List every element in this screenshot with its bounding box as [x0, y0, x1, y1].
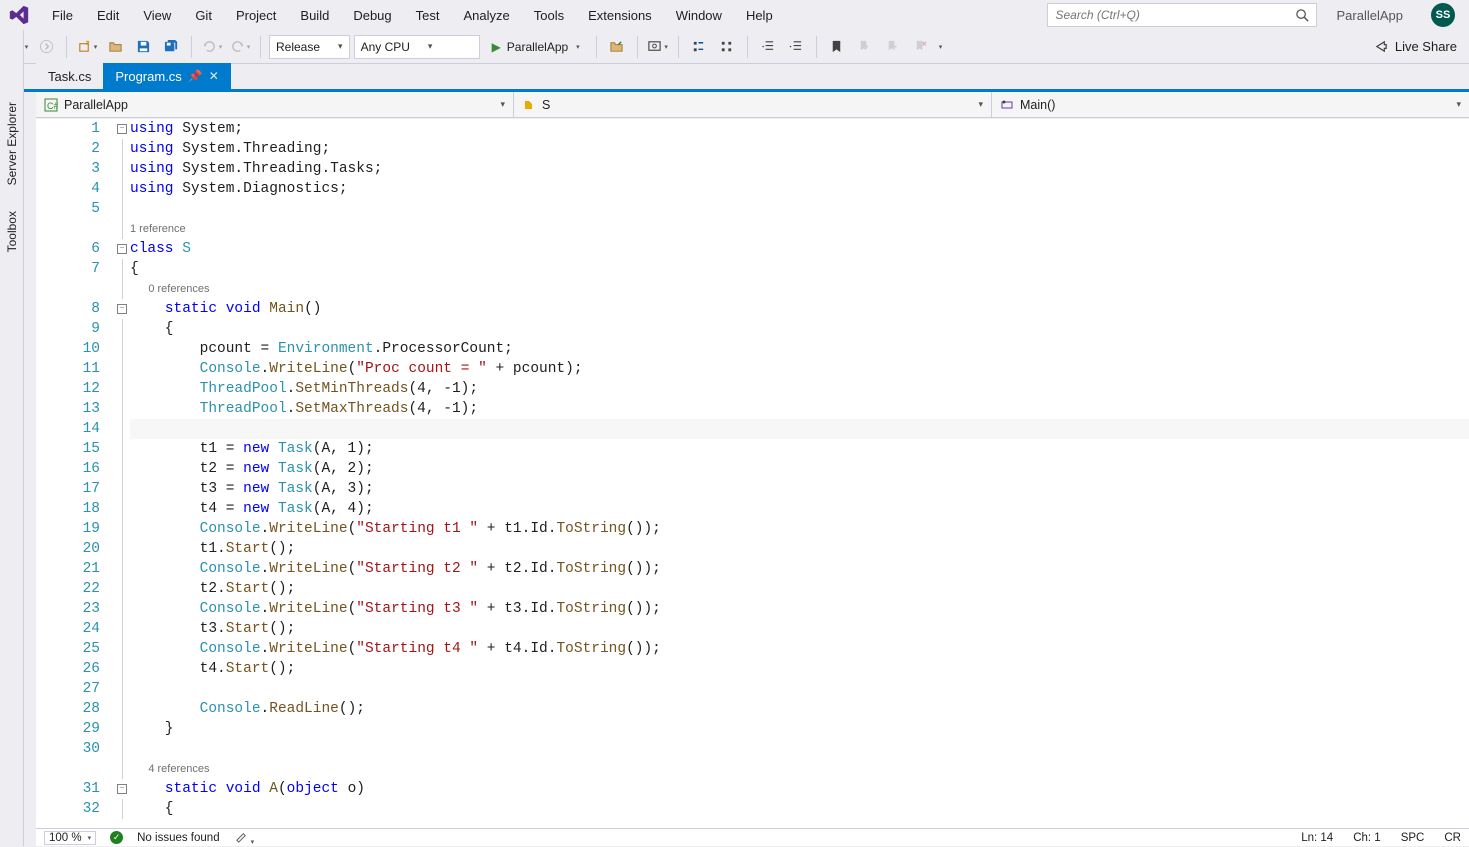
tb-icon-2[interactable]: ▾: [646, 35, 670, 59]
document-tab-strip: Task.cs Program.cs 📌 ✕: [0, 64, 1469, 92]
increase-indent-button[interactable]: [784, 35, 808, 59]
tab-label: Program.cs: [115, 69, 181, 84]
nav-class-dropdown[interactable]: S▾: [514, 92, 992, 117]
close-icon[interactable]: ✕: [209, 69, 219, 83]
status-indent: SPC: [1401, 832, 1425, 844]
search-icon: [1295, 8, 1310, 26]
platform-dropdown[interactable]: Any CPU▾: [354, 35, 480, 59]
play-icon: ▶: [492, 40, 501, 54]
code-area[interactable]: using System;using System.Threading;usin…: [130, 119, 1469, 828]
nav-forward-button[interactable]: [34, 35, 58, 59]
user-avatar[interactable]: SS: [1431, 3, 1455, 27]
live-share-button[interactable]: Live Share: [1368, 39, 1463, 54]
left-dock: Server Explorer Toolbox: [0, 30, 24, 846]
start-target-label: ParallelApp: [507, 40, 568, 54]
menu-build[interactable]: Build: [288, 4, 341, 27]
nav-member-dropdown[interactable]: Main()▾: [992, 92, 1469, 117]
menu-project[interactable]: Project: [224, 4, 288, 27]
nav-class-label: S: [542, 98, 550, 112]
nav-project-label: ParallelApp: [64, 98, 128, 112]
menu-edit[interactable]: Edit: [85, 4, 131, 27]
platform-label: Any CPU: [361, 40, 410, 54]
save-all-button[interactable]: [159, 35, 183, 59]
menu-window[interactable]: Window: [664, 4, 734, 27]
svg-text:C#: C#: [47, 101, 58, 111]
toolbar-overflow-icon[interactable]: ▾: [939, 43, 943, 51]
menu-debug[interactable]: Debug: [341, 4, 403, 27]
status-eol: CR: [1444, 832, 1461, 844]
tab-label: Task.cs: [48, 69, 91, 84]
next-bookmark-button[interactable]: [881, 35, 905, 59]
quick-launch-search[interactable]: [1047, 3, 1317, 27]
nav-member-label: Main(): [1020, 98, 1055, 112]
open-file-button[interactable]: [103, 35, 127, 59]
decrease-indent-button[interactable]: [756, 35, 780, 59]
ok-check-icon: ✓: [110, 831, 123, 844]
vs-logo-icon: [4, 4, 34, 26]
menu-bar: File Edit View Git Project Build Debug T…: [0, 0, 1469, 30]
solution-name-label: ParallelApp: [1323, 4, 1418, 27]
side-tab-toolbox[interactable]: Toolbox: [3, 201, 21, 262]
side-tab-server-explorer[interactable]: Server Explorer: [3, 92, 21, 195]
tb-icon-3[interactable]: [687, 35, 711, 59]
configuration-dropdown[interactable]: Release▾: [269, 35, 350, 59]
new-project-button[interactable]: ▾: [75, 35, 99, 59]
share-icon: [1374, 39, 1389, 54]
live-share-label: Live Share: [1395, 39, 1457, 54]
tab-task-cs[interactable]: Task.cs: [36, 63, 103, 89]
brush-icon[interactable]: ▾: [234, 829, 255, 847]
undo-button[interactable]: ▾: [200, 35, 224, 59]
status-line: Ln: 14: [1301, 832, 1333, 844]
editor-status-bar: 100 %▾ ✓ No issues found ▾ Ln: 14 Ch: 1 …: [36, 828, 1469, 846]
pin-icon[interactable]: 📌: [188, 69, 203, 83]
menu-test[interactable]: Test: [404, 4, 452, 27]
csharp-project-icon: C#: [44, 98, 58, 112]
menu-git[interactable]: Git: [183, 4, 224, 27]
menu-file[interactable]: File: [40, 4, 85, 27]
menu-extensions[interactable]: Extensions: [576, 4, 664, 27]
class-icon: [522, 98, 536, 112]
menu-help[interactable]: Help: [734, 4, 785, 27]
start-debugging-button[interactable]: ▶ParallelApp▾: [484, 35, 588, 59]
issues-label: No issues found: [137, 832, 219, 844]
line-number-gutter: 1234567891011121314151617181920212223242…: [36, 119, 114, 828]
method-icon: [1000, 98, 1014, 112]
navigation-bar: C# ParallelApp▾ S▾ Main()▾: [36, 92, 1469, 118]
menu-tools[interactable]: Tools: [522, 4, 576, 27]
tab-program-cs[interactable]: Program.cs 📌 ✕: [103, 63, 230, 89]
outlining-margin[interactable]: −−−−: [114, 119, 130, 828]
prev-bookmark-button[interactable]: [853, 35, 877, 59]
code-editor[interactable]: 1234567891011121314151617181920212223242…: [36, 119, 1469, 828]
tb-icon-4[interactable]: [715, 35, 739, 59]
configuration-label: Release: [276, 40, 320, 54]
search-input[interactable]: [1056, 8, 1292, 22]
menu-view[interactable]: View: [131, 4, 183, 27]
tb-icon-1[interactable]: [605, 35, 629, 59]
status-char: Ch: 1: [1353, 832, 1381, 844]
save-button[interactable]: [131, 35, 155, 59]
standard-toolbar: ▾ ▾ ▾ ▾ Release▾ Any CPU▾ ▶ParallelApp▾ …: [0, 30, 1469, 64]
menu-analyze[interactable]: Analyze: [451, 4, 521, 27]
redo-button[interactable]: ▾: [228, 35, 252, 59]
clear-bookmarks-button[interactable]: [909, 35, 933, 59]
nav-project-dropdown[interactable]: C# ParallelApp▾: [36, 92, 514, 117]
zoom-dropdown[interactable]: 100 %▾: [44, 831, 96, 845]
bookmark-button[interactable]: [825, 35, 849, 59]
